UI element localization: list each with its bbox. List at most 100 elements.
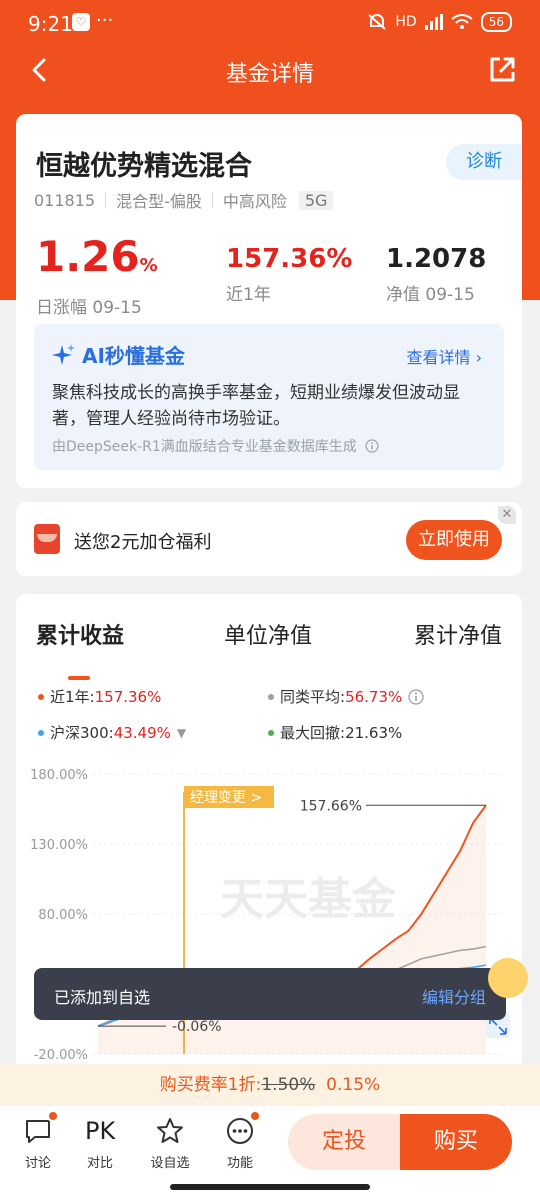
wifi-icon [451, 14, 473, 29]
floating-mascot-icon[interactable] [488, 958, 528, 998]
event-tag-label: 经理变更 > [190, 790, 262, 806]
fee-label: 购买费率1折: [159, 1075, 262, 1095]
watermark: 天天基金 [220, 874, 397, 925]
legend-year-label: 近1年: [50, 688, 95, 706]
status-bar: 9:21 ♡ ··· HD 56 [0, 0, 540, 48]
daily-change-unit: % [139, 255, 158, 276]
legend-dot [38, 693, 44, 700]
daily-change-label: 日涨幅 09-15 [36, 298, 142, 318]
risk-level[interactable]: 中高风险 [223, 188, 287, 212]
info-icon[interactable] [365, 439, 379, 453]
legend-index[interactable]: 沪深300:43.49% ▼ [38, 722, 186, 743]
promo-card: 送您2元加仓福利 立即使用 ✕ [16, 502, 522, 576]
fund-name: 恒越优势精选混合 [36, 151, 252, 182]
diagnose-button[interactable]: 诊断 [446, 144, 522, 180]
year-return-value: 157.36% [226, 244, 353, 274]
status-time: 9:21 [28, 12, 73, 36]
divider [211, 192, 213, 208]
legend-peer-label: 同类平均: [280, 688, 346, 706]
pk-icon: PK [85, 1117, 116, 1145]
y-tick-label: 130.00% [30, 838, 88, 853]
compare-button[interactable]: PK 对比 [70, 1116, 130, 1171]
ai-title: AI秒懂基金 [52, 340, 185, 369]
legend-drawdown: 最大回撤:21.63% [268, 722, 402, 743]
use-now-button[interactable]: 立即使用 [406, 520, 502, 560]
fund-tags: 011815 混合型-偏股 中高风险 5G [34, 188, 334, 212]
buy-button[interactable]: 购买 [400, 1114, 512, 1170]
sparkle-icon [52, 343, 75, 365]
chevron-right-icon: › [475, 348, 482, 367]
ai-more-link[interactable]: 查看详情 › [406, 344, 482, 368]
min-label: -0.06% [172, 1019, 222, 1035]
legend-dot [268, 729, 274, 736]
ai-summary-box[interactable]: AI秒懂基金 查看详情 › 聚焦科技成长的高换手率基金，短期业绩爆发但波动显著，… [34, 324, 504, 470]
y-tick-label: 180.00% [30, 768, 88, 783]
fund-info-card: 恒越优势精选混合 诊断 011815 混合型-偏股 中高风险 5G 1.26% … [16, 114, 522, 488]
page-title: 基金详情 [225, 62, 314, 87]
compare-label: 对比 [86, 1156, 113, 1171]
home-indicator [170, 1184, 370, 1190]
dropdown-icon[interactable]: ▼ [177, 726, 186, 740]
max-label: 157.66% [300, 798, 362, 814]
fund-type[interactable]: 混合型-偏股 [116, 188, 202, 212]
signal-icon [424, 14, 443, 30]
fee-new: 0.15% [326, 1075, 381, 1095]
daily-change-stat: 1.26% 日涨幅 09-15 [36, 236, 158, 319]
watchlist-button[interactable]: 设自选 [140, 1116, 200, 1171]
legend-peer-value: 56.73% [345, 688, 403, 706]
ai-source: 由DeepSeek-R1满血版结合专业基金数据库生成 [52, 436, 379, 456]
legend-drawdown-label: 最大回撤: [280, 724, 346, 742]
star-icon [157, 1118, 183, 1143]
year-return-label: 近1年 [226, 285, 271, 305]
watchlist-label: 设自选 [150, 1156, 190, 1171]
ai-source-text: 由DeepSeek-R1满血版结合专业基金数据库生成 [52, 439, 357, 455]
legend-index-label: 沪深300: [50, 724, 114, 742]
daily-change-value: 1.26 [36, 232, 140, 281]
info-icon[interactable] [408, 688, 424, 705]
legend-dot [268, 693, 274, 700]
y-tick-label: 80.00% [38, 908, 88, 923]
toast-message: 已添加到自选 [54, 988, 151, 1007]
status-icons: HD 56 [367, 12, 512, 32]
app-notification-icon: ♡ [72, 13, 90, 31]
functions-button[interactable]: 功能 [210, 1110, 270, 1171]
fee-old: 1.50% [261, 1075, 316, 1095]
nav-value: 1.2078 [386, 244, 487, 274]
fee-bar: 购买费率1折:1.50% 0.15% [0, 1064, 540, 1106]
tab-indicator [68, 676, 90, 680]
tab-unit-nav[interactable]: 单位净值 [224, 618, 312, 650]
edit-group-link[interactable]: 编辑分组 [422, 984, 486, 1008]
legend-drawdown-value: 21.63% [345, 724, 403, 742]
close-icon[interactable]: ✕ [498, 506, 516, 524]
rating-badge: 5G [298, 190, 334, 210]
legend-year: 近1年:157.36% [38, 686, 161, 707]
red-envelope-icon [34, 524, 60, 554]
mute-icon [368, 14, 387, 30]
ai-title-text: AI秒懂基金 [82, 344, 185, 368]
notification-dot [249, 1110, 261, 1122]
discuss-label: 讨论 [24, 1156, 51, 1171]
share-icon[interactable] [486, 54, 518, 86]
toast: 已添加到自选 编辑分组 [34, 968, 506, 1020]
network-type: HD [395, 14, 417, 30]
fund-code: 011815 [34, 190, 96, 210]
nav-bar: 基金详情 [0, 48, 540, 92]
battery-icon: 56 [480, 12, 512, 32]
tab-cumulative-nav[interactable]: 累计净值 [414, 618, 502, 650]
auto-invest-button[interactable]: 定投 [288, 1114, 400, 1170]
discuss-button[interactable]: 讨论 [8, 1110, 68, 1171]
y-tick-label: -20.00% [34, 1048, 88, 1063]
tab-cumulative-return[interactable]: 累计收益 [36, 618, 124, 650]
chart-tabs: 累计收益 单位净值 累计净值 [16, 618, 522, 680]
ai-summary-text: 聚焦科技成长的高换手率基金，短期业绩爆发但波动显著，管理人经验尚待市场验证。 [52, 383, 460, 429]
legend-year-value: 157.36% [94, 688, 162, 706]
nav-stat: 1.2078 净值 09-15 [386, 236, 486, 305]
year-return-stat: 157.36% 近1年 [226, 236, 352, 305]
more-notifications-icon: ··· [96, 10, 114, 31]
performance-card: 累计收益 单位净值 累计净值 近1年:157.36% 同类平均:56.73% 沪… [16, 594, 522, 1114]
legend-dot [38, 729, 44, 736]
divider [105, 192, 107, 208]
ai-more-text: 查看详情 [406, 348, 471, 367]
notification-dot [47, 1110, 59, 1122]
nav-label: 净值 09-15 [386, 285, 475, 305]
